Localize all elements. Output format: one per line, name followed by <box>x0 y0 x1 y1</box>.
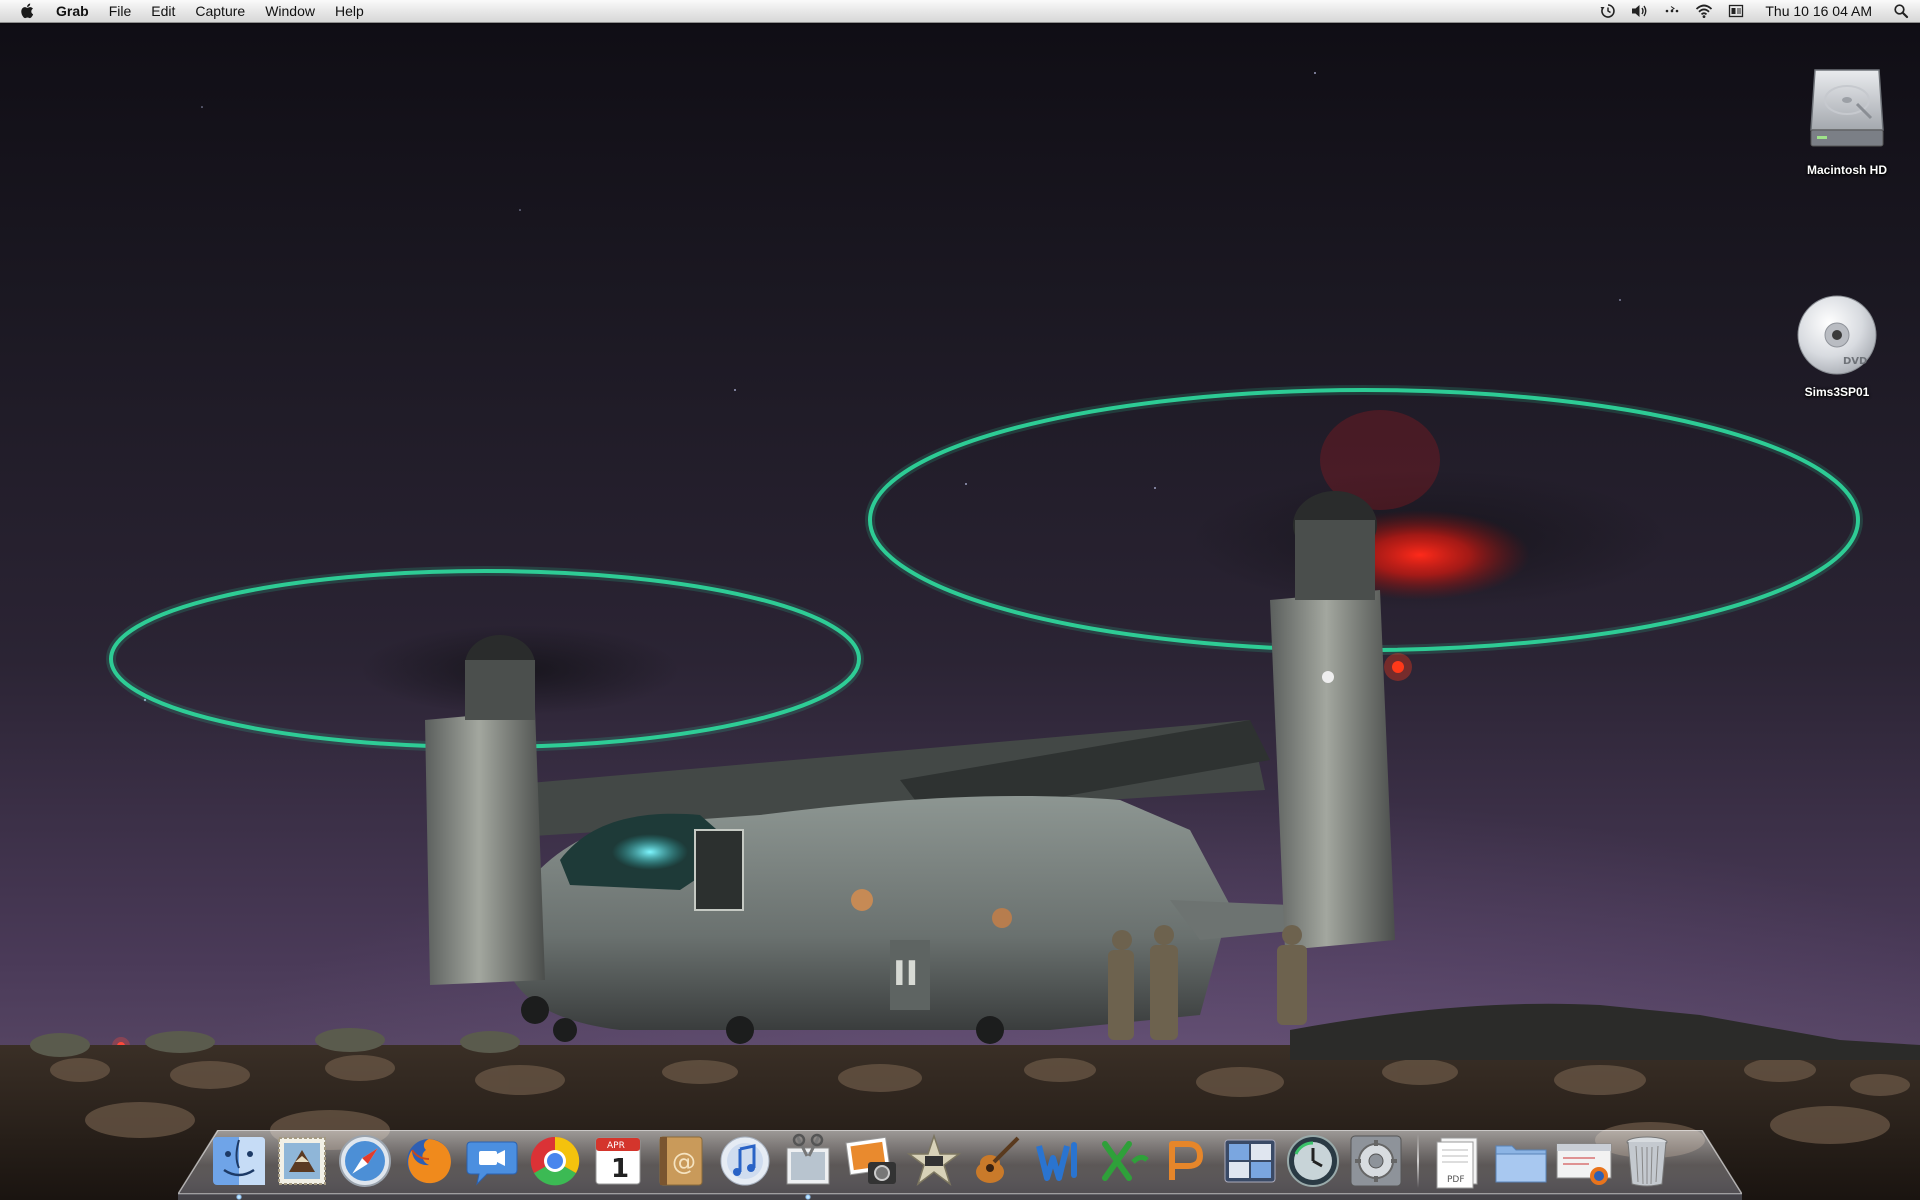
menu-capture[interactable]: Capture <box>185 0 255 22</box>
desktop-icon-label: Macintosh HD <box>1806 163 1887 177</box>
menu-help[interactable]: Help <box>325 0 374 22</box>
svg-text:PDF: PDF <box>1447 1175 1465 1185</box>
dock-item-powerpoint[interactable] <box>1158 1132 1216 1190</box>
wifi-icon[interactable] <box>1695 2 1713 20</box>
dock-item-excel[interactable] <box>1095 1132 1153 1190</box>
dock-item-garageband[interactable] <box>968 1132 1026 1190</box>
bluetooth-icon[interactable] <box>1663 2 1681 20</box>
dock-item-time-machine[interactable] <box>1284 1132 1342 1190</box>
firefox-icon <box>406 1139 451 1184</box>
chrome-icon <box>530 1136 580 1186</box>
dock-item-grab[interactable] <box>779 1132 837 1200</box>
word-icon <box>1036 1142 1078 1181</box>
calendar-day: 1 <box>611 1154 629 1184</box>
hard-drive-icon <box>1810 69 1884 147</box>
ichat-icon <box>466 1141 518 1186</box>
excel-icon <box>1101 1141 1149 1181</box>
dock-item-chrome[interactable] <box>526 1132 584 1190</box>
menu-edit[interactable]: Edit <box>141 0 185 22</box>
downloads-stack-icon <box>1556 1143 1612 1185</box>
iphoto-icon <box>845 1136 896 1184</box>
desktop-background: II Grab File Edit Capture Window Help Th… <box>0 0 1920 1200</box>
system-preferences-icon <box>1350 1135 1402 1187</box>
dock-item-imovie[interactable] <box>905 1132 963 1190</box>
dock: APR 1 @ PDF <box>210 1118 1730 1200</box>
dock-item-safari[interactable] <box>336 1132 394 1190</box>
trash-icon <box>1626 1136 1668 1187</box>
spaces-icon <box>1224 1139 1276 1183</box>
desktop-icon-dvd[interactable]: DVD Sims3SP01 <box>1782 292 1892 399</box>
dock-item-itunes[interactable] <box>716 1132 774 1190</box>
desktop-icon-label: Sims3SP01 <box>1804 385 1870 399</box>
dock-separator[interactable] <box>1411 1130 1425 1190</box>
menu-clock[interactable]: Thu 10 16 04 AM <box>1765 3 1872 19</box>
calendar-month: APR <box>607 1141 625 1151</box>
dock-item-word[interactable] <box>1031 1132 1089 1190</box>
svg-text:@: @ <box>672 1148 696 1176</box>
menu-app-name[interactable]: Grab <box>46 0 99 22</box>
running-indicator <box>804 1194 811 1200</box>
desktop-icon-macintosh-hd[interactable]: Macintosh HD <box>1792 60 1902 177</box>
wallpaper: II <box>0 72 1920 1200</box>
menu-window[interactable]: Window <box>255 0 325 22</box>
time-machine-icon <box>1287 1135 1340 1187</box>
input-menu-icon[interactable] <box>1727 2 1745 20</box>
garageband-icon <box>976 1136 1020 1183</box>
grab-icon <box>786 1133 830 1185</box>
address-book-icon: @ <box>659 1136 703 1186</box>
calendar-icon: APR 1 <box>595 1137 641 1185</box>
apple-menu-icon[interactable] <box>18 1 36 21</box>
menu-bar: Grab File Edit Capture Window Help Thu 1… <box>0 0 1920 23</box>
dock-stack-applications[interactable] <box>1492 1132 1550 1190</box>
dvd-icon: DVD <box>1797 295 1877 375</box>
svg-text:II: II <box>893 954 918 994</box>
dock-item-address-book[interactable]: @ <box>652 1132 710 1190</box>
spotlight-icon[interactable] <box>1892 2 1910 20</box>
dock-stack-downloads[interactable] <box>1555 1132 1613 1190</box>
mail-icon <box>278 1137 327 1185</box>
dock-item-ical[interactable]: APR 1 <box>589 1132 647 1190</box>
dock-item-ichat[interactable] <box>463 1132 521 1190</box>
dock-stack-documents[interactable]: PDF <box>1429 1132 1487 1190</box>
folder-icon <box>1495 1145 1547 1183</box>
dock-item-firefox[interactable] <box>400 1132 458 1190</box>
menu-file[interactable]: File <box>99 0 142 22</box>
powerpoint-icon <box>1168 1141 1203 1180</box>
dock-item-mail[interactable] <box>273 1132 331 1190</box>
dock-item-finder[interactable] <box>210 1132 268 1200</box>
time-machine-icon[interactable] <box>1599 2 1617 20</box>
finder-icon <box>213 1137 265 1185</box>
dock-item-trash[interactable] <box>1618 1132 1676 1190</box>
dock-item-system-preferences[interactable] <box>1347 1132 1405 1190</box>
safari-icon <box>339 1135 392 1187</box>
running-indicator <box>236 1194 242 1200</box>
pdf-stack-icon: PDF <box>1436 1137 1478 1189</box>
volume-icon[interactable] <box>1631 2 1649 20</box>
dvd-disc-label: DVD <box>1843 356 1867 367</box>
dock-item-spaces[interactable] <box>1221 1132 1279 1190</box>
imovie-icon <box>906 1133 962 1187</box>
itunes-icon <box>720 1136 769 1186</box>
dock-item-iphoto[interactable] <box>842 1132 900 1190</box>
